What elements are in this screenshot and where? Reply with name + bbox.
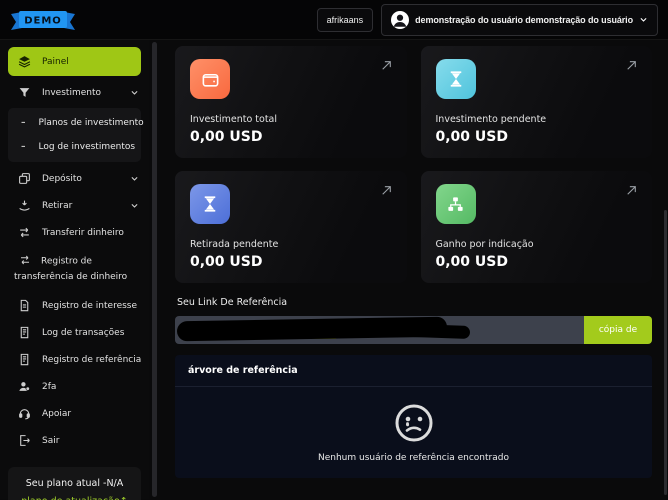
arrow-up-right-icon[interactable]	[380, 184, 393, 197]
demo-logo: DEMO	[10, 8, 76, 32]
chevron-down-icon	[130, 88, 139, 97]
dash-icon: –	[21, 142, 26, 152]
referral-link-label: Seu Link De Referência	[177, 297, 652, 308]
logout-icon	[18, 434, 31, 447]
sidebar-item-label: Registro de referência	[42, 355, 141, 365]
main-content: Investimento total 0,00 USD Investimento…	[159, 40, 668, 499]
withdraw-icon	[18, 199, 31, 212]
transfer-icon	[18, 253, 31, 266]
sidebar-item-retirar[interactable]: Retirar	[0, 192, 149, 219]
transfer-icon	[18, 226, 31, 239]
upgrade-plan-link[interactable]: plano de atualização↑	[16, 496, 133, 500]
funnel-icon	[18, 86, 31, 99]
sidebar-item-apoiar[interactable]: Apoiar	[0, 400, 149, 427]
layers-icon	[18, 55, 31, 68]
document-icon	[18, 353, 31, 366]
dash-icon: –	[21, 118, 26, 128]
sidebar-item-label: Retirar	[42, 201, 72, 211]
sidebar-item-log-de-investimentos[interactable]: – Log de investimentos	[8, 135, 141, 159]
document-icon	[18, 326, 31, 339]
chevron-down-icon	[130, 174, 139, 183]
user-icon	[18, 380, 31, 393]
sidebar-item-transferir-dinheiro[interactable]: Transferir dinheiro	[0, 219, 149, 246]
sidebar-item-label: 2fa	[42, 382, 56, 392]
sidebar-item-log-de-transacoes[interactable]: Log de transações	[0, 319, 149, 346]
sidebar-item-label: Registro de interesse	[42, 301, 137, 311]
stat-cards-grid: Investimento total 0,00 USD Investimento…	[175, 46, 652, 283]
sidebar-item-investimento[interactable]: Investimento	[0, 79, 149, 106]
card-value: 0,00 USD	[436, 129, 638, 145]
referral-link-input[interactable]	[175, 316, 584, 344]
deposit-icon	[18, 172, 31, 185]
card-value: 0,00 USD	[436, 254, 638, 270]
sidebar-item-label: Depósito	[42, 174, 82, 184]
document-icon	[18, 299, 31, 312]
sidebar-item-planos-de-investimento[interactable]: – Planos de investimento	[8, 111, 141, 135]
logo-text: DEMO	[24, 15, 62, 26]
chevron-down-icon	[130, 201, 139, 210]
referral-tree-panel: árvore de referência Nenhum usuário de r…	[175, 355, 652, 478]
investimento-submenu: – Planos de investimento – Log de invest…	[8, 108, 141, 162]
wallet-icon	[190, 59, 230, 99]
headset-icon	[18, 407, 31, 420]
card-label: Investimento total	[190, 114, 392, 125]
sidebar-item-label: Sair	[42, 436, 59, 446]
sidebar-item-sair[interactable]: Sair	[0, 427, 149, 454]
sidebar-item-registro-de-referencia[interactable]: Registro de referência	[0, 346, 149, 373]
avatar	[391, 11, 409, 29]
card-value: 0,00 USD	[190, 129, 392, 145]
referral-link-row: cópia de	[175, 316, 652, 344]
sidebar-item-registro-de-transferencia[interactable]: Registro de transferência de dinheiro	[0, 246, 149, 292]
card-investimento-total[interactable]: Investimento total 0,00 USD	[175, 46, 407, 158]
card-label: Ganho por indicação	[436, 239, 638, 250]
card-value: 0,00 USD	[190, 254, 392, 270]
card-label: Investimento pendente	[436, 114, 638, 125]
card-retirada-pendente[interactable]: Retirada pendente 0,00 USD	[175, 171, 407, 283]
chevron-down-icon	[639, 15, 648, 24]
language-label: afrikaans	[327, 15, 364, 25]
sidebar-item-registro-de-interesse[interactable]: Registro de interesse	[0, 292, 149, 319]
sidebar-item-2fa[interactable]: 2fa	[0, 373, 149, 400]
user-menu-button[interactable]: demonstração do usuário demonstração do …	[381, 4, 658, 36]
topbar: DEMO afrikaans demonstração do usuário d…	[0, 0, 668, 40]
sidebar-scrollbar[interactable]	[149, 40, 159, 499]
hourglass-icon	[436, 59, 476, 99]
sidebar-item-label: Apoiar	[42, 409, 71, 419]
sidebar-item-label: Transferir dinheiro	[42, 228, 124, 238]
sidebar-scrollbar-thumb[interactable]	[152, 42, 157, 497]
sidebar-item-label: Log de transações	[42, 328, 124, 338]
referral-tree-title: árvore de referência	[175, 355, 652, 387]
copy-referral-button[interactable]: cópia de	[584, 316, 652, 344]
referral-tree-empty-message: Nenhum usuário de referência encontrado	[318, 453, 509, 463]
page-scrollbar-thumb[interactable]	[664, 210, 667, 495]
arrow-up-right-icon[interactable]	[380, 59, 393, 72]
current-plan-label: Seu plano atual -N/A	[16, 478, 133, 489]
current-plan-box: Seu plano atual -N/A plano de atualizaçã…	[8, 467, 141, 500]
sidebar-item-label: Log de investimentos	[39, 142, 136, 152]
card-investimento-pendente[interactable]: Investimento pendente 0,00 USD	[421, 46, 653, 158]
card-ganho-por-indicacao[interactable]: Ganho por indicação 0,00 USD	[421, 171, 653, 283]
card-label: Retirada pendente	[190, 239, 392, 250]
sidebar-item-label: Painel	[42, 57, 69, 67]
language-button[interactable]: afrikaans	[317, 8, 374, 32]
sidebar-item-deposito[interactable]: Depósito	[0, 165, 149, 192]
arrow-up-right-icon[interactable]	[625, 184, 638, 197]
sad-face-icon	[393, 402, 435, 444]
user-name: demonstração do usuário demonstração do …	[415, 15, 633, 25]
sidebar-item-label: Planos de investimento	[39, 118, 144, 128]
sidebar-item-painel[interactable]: Painel	[8, 47, 141, 76]
sitemap-icon	[436, 184, 476, 224]
sidebar: Painel Investimento – Planos de investim…	[0, 40, 149, 499]
sidebar-item-label: Investimento	[42, 88, 101, 98]
hourglass-icon	[190, 184, 230, 224]
arrow-up-right-icon[interactable]	[625, 59, 638, 72]
